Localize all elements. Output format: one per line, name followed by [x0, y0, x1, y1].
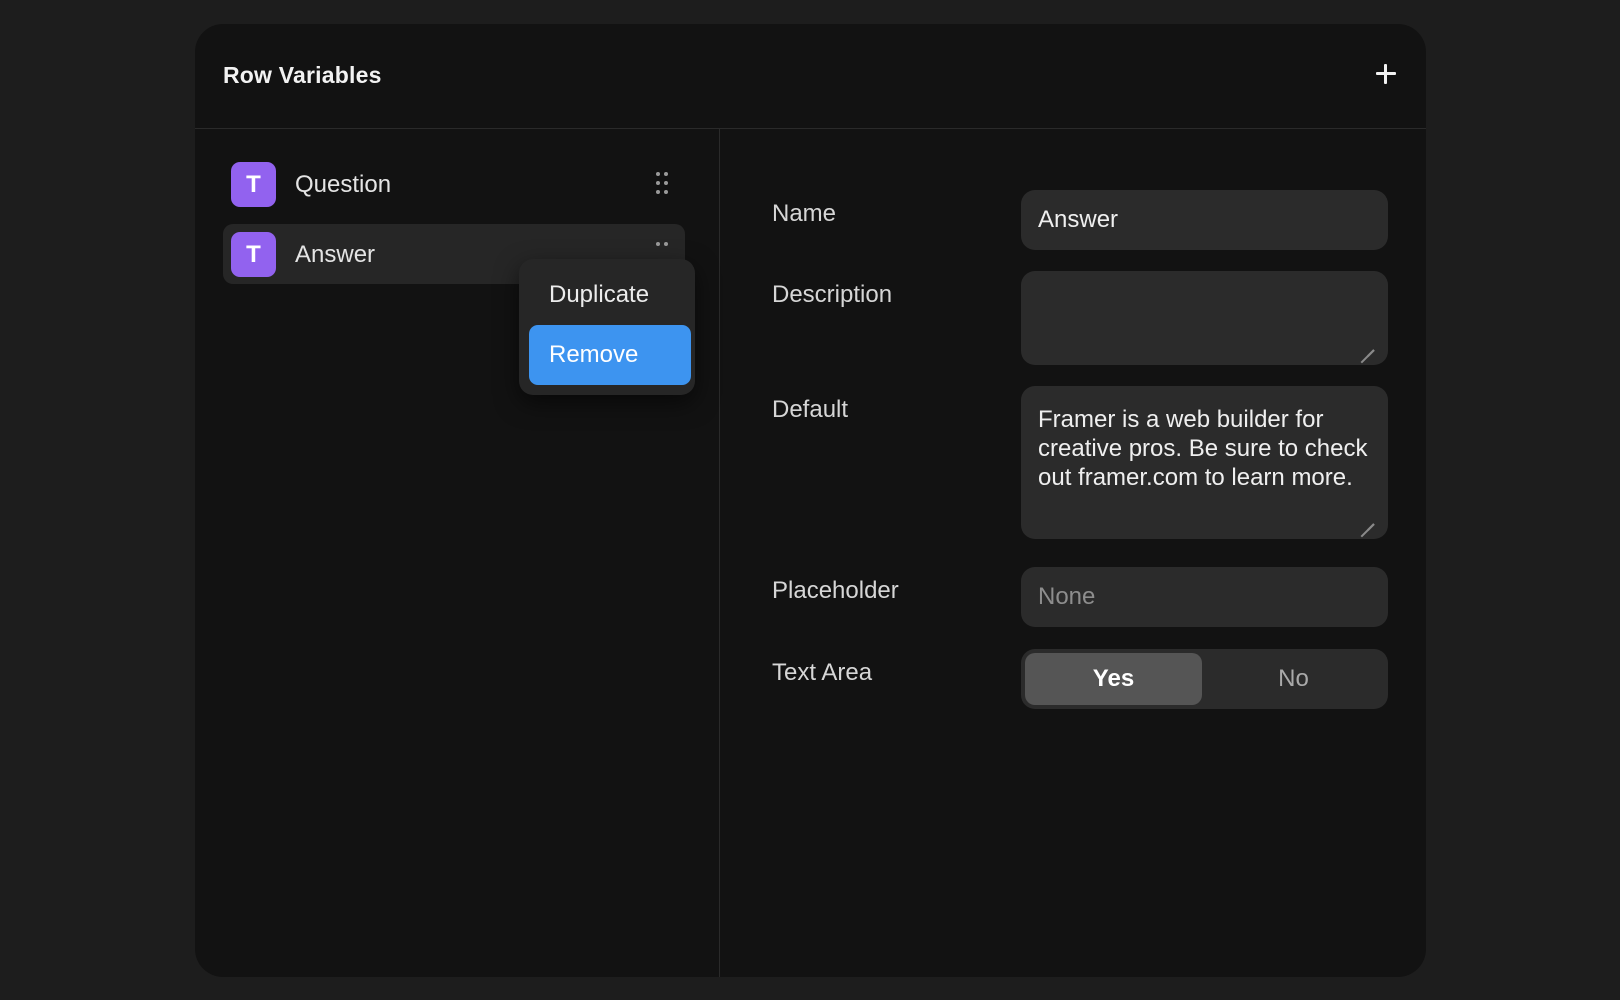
- text-area-yes-option[interactable]: Yes: [1025, 653, 1202, 705]
- default-field[interactable]: Framer is a web builder for creative pro…: [1021, 386, 1388, 539]
- menu-item-remove[interactable]: Remove: [529, 325, 691, 385]
- text-area-toggle: Yes No: [1021, 649, 1388, 709]
- row-variables-panel: Row Variables T Question T Answer Duplic…: [195, 24, 1426, 977]
- default-label: Default: [772, 396, 849, 423]
- drag-handle-icon[interactable]: [655, 172, 669, 196]
- resize-grip-icon[interactable]: [1358, 335, 1374, 351]
- menu-item-duplicate[interactable]: Duplicate: [529, 265, 691, 325]
- name-label: Name: [772, 200, 837, 227]
- default-value: Framer is a web builder for creative pro…: [1038, 406, 1368, 491]
- text-area-label: Text Area: [772, 659, 873, 686]
- variable-label: Question: [295, 171, 392, 198]
- text-type-icon: T: [231, 232, 276, 277]
- placeholder-hint: None: [1038, 583, 1096, 610]
- plus-icon[interactable]: [1372, 60, 1400, 88]
- panel-divider: [719, 129, 720, 977]
- description-field[interactable]: [1021, 271, 1388, 365]
- placeholder-field[interactable]: None: [1021, 567, 1388, 627]
- text-type-icon: T: [231, 162, 276, 207]
- name-field[interactable]: Answer: [1021, 190, 1388, 250]
- description-label: Description: [772, 281, 893, 308]
- variable-item-question[interactable]: T Question: [223, 154, 685, 214]
- text-area-no-option[interactable]: No: [1205, 653, 1382, 705]
- panel-header: Row Variables: [195, 24, 1426, 129]
- name-value: Answer: [1038, 206, 1119, 233]
- placeholder-label: Placeholder: [772, 577, 899, 604]
- context-menu: Duplicate Remove: [519, 259, 695, 395]
- panel-title: Row Variables: [223, 62, 382, 88]
- variable-label: Answer: [295, 241, 376, 268]
- resize-grip-icon[interactable]: [1358, 509, 1374, 525]
